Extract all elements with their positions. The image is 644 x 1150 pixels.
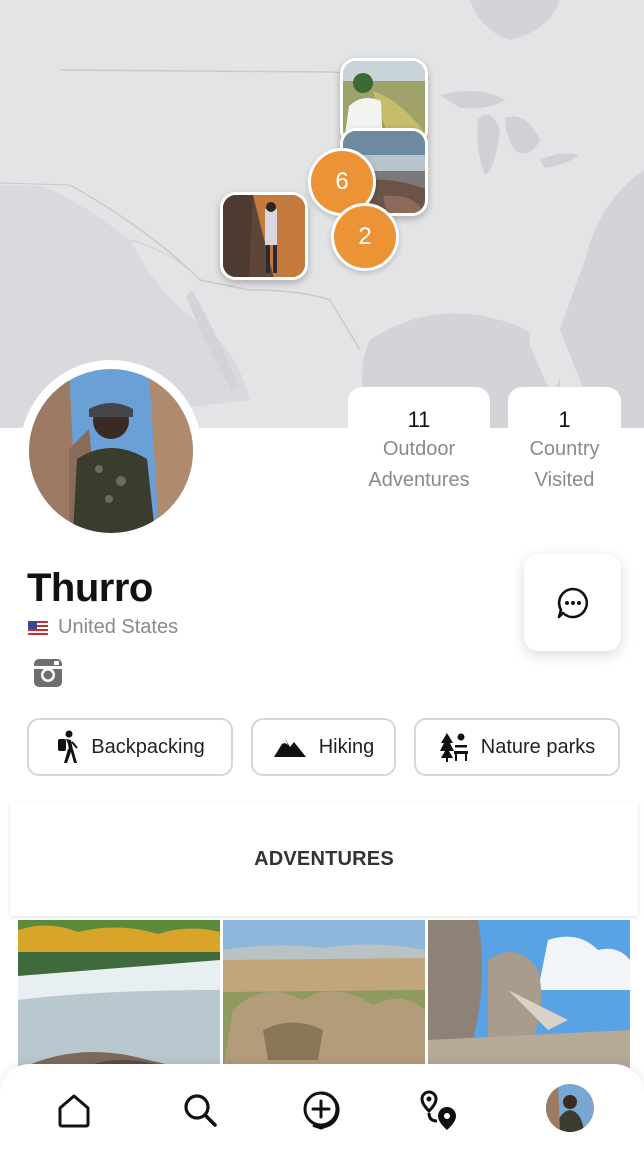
bottom-navigation [0, 1064, 644, 1150]
stat-adventures[interactable]: 11 Outdoor Adventures [348, 387, 490, 497]
home-icon[interactable] [50, 1086, 98, 1134]
interest-chip-label: Hiking [318, 735, 375, 758]
us-flag-icon [28, 620, 48, 635]
nature-park-icon [439, 733, 468, 762]
instagram-icon[interactable] [32, 657, 64, 689]
cluster-count-label: 2 [358, 223, 372, 250]
stat-adventures-label-2: Adventures [368, 469, 470, 491]
search-icon[interactable] [176, 1086, 224, 1134]
backpacker-icon [58, 730, 79, 763]
canyon-photo [223, 195, 305, 277]
stat-countries-label-2: Visited [534, 469, 595, 491]
stat-adventures-value: 11 [407, 407, 431, 432]
map-cluster-photo-left[interactable] [220, 192, 308, 280]
message-button[interactable] [524, 554, 621, 651]
profile-photo [29, 369, 193, 533]
interest-chip-nature-parks[interactable]: Nature parks [414, 718, 620, 776]
mountain-icon [273, 739, 306, 757]
stat-countries-value: 1 [558, 407, 571, 432]
cluster-count-label: 6 [335, 168, 349, 195]
profile-country: United States [28, 616, 178, 639]
adventures-title: ADVENTURES [254, 847, 394, 870]
stat-countries[interactable]: 1 Country Visited [508, 387, 621, 497]
route-icon[interactable] [416, 1086, 464, 1134]
chat-bubble-icon [557, 587, 588, 618]
interest-chip-label: Backpacking [91, 735, 205, 758]
map-cluster-count[interactable]: 2 [331, 203, 399, 271]
adventures-tab[interactable]: ADVENTURES [10, 802, 638, 916]
stat-countries-label-1: Country [529, 438, 600, 460]
profile-avatar[interactable] [29, 369, 193, 533]
interest-chip-backpacking[interactable]: Backpacking [27, 718, 233, 776]
profile-tab-avatar[interactable] [546, 1084, 594, 1132]
interest-chip-hiking[interactable]: Hiking [251, 718, 396, 776]
profile-name: Thurro [27, 566, 153, 610]
add-adventure-icon[interactable] [297, 1086, 345, 1134]
profile-country-label: United States [58, 616, 179, 638]
stat-adventures-label-1: Outdoor [382, 438, 456, 460]
interest-chip-label: Nature parks [480, 735, 596, 758]
profile-avatar-ring [20, 360, 202, 542]
